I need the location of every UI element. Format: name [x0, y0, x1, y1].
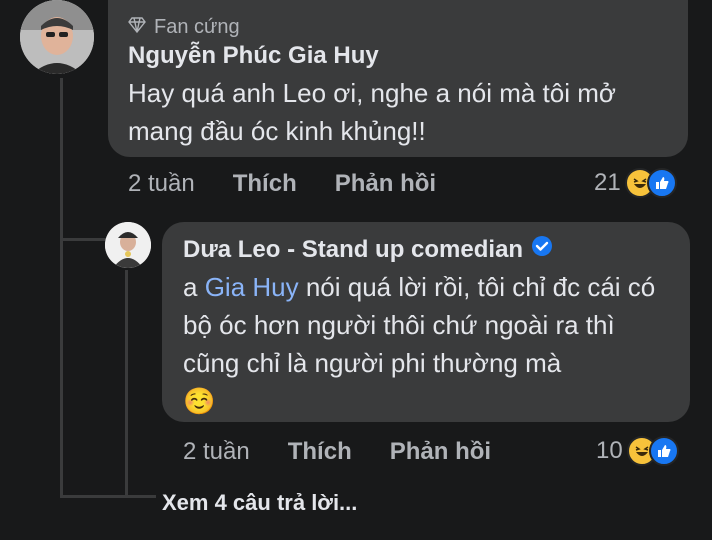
reply-actions: 2 tuần Thích Phản hồi [183, 438, 491, 466]
mention-link[interactable]: Gia Huy [205, 272, 299, 302]
reply-timestamp[interactable]: 2 tuần [183, 438, 250, 466]
comment-author[interactable]: Nguyễn Phúc Gia Huy [128, 42, 379, 70]
reply-reply-button[interactable]: Phản hồi [390, 438, 491, 466]
reply-reaction-summary[interactable]: 10 [596, 436, 679, 466]
reply-author-row: Dưa Leo - Stand up comedian [183, 235, 553, 264]
reply-thread-line [125, 270, 128, 498]
reply-avatar[interactable] [105, 222, 151, 268]
avatar[interactable] [20, 0, 94, 74]
comment-text: Hay quá anh Leo ơi, nghe a nói mà tôi mở… [128, 78, 616, 146]
comment-timestamp[interactable]: 2 tuần [128, 170, 195, 198]
badge-label: Fan cứng [154, 16, 240, 38]
reply-text: a Gia Huy nói quá lời rồi, tôi chỉ đc cá… [183, 268, 673, 420]
reply-author[interactable]: Dưa Leo - Stand up comedian [183, 236, 523, 264]
comment-actions: 2 tuần Thích Phản hồi [128, 170, 436, 198]
view-more-replies-link[interactable]: Xem 4 câu trả lời... [162, 490, 357, 516]
verified-badge-icon [531, 235, 553, 264]
thread-branch-line [60, 238, 108, 241]
like-icon [646, 168, 677, 198]
reply-like-button[interactable]: Thích [288, 438, 352, 466]
smile-emoji: ☺️ [183, 386, 216, 416]
like-button[interactable]: Thích [233, 170, 297, 198]
reaction-summary[interactable]: 21 [594, 168, 677, 198]
top-fan-badge: Fan cứng [128, 16, 240, 39]
thread-line [60, 78, 63, 498]
diamond-icon [128, 16, 146, 39]
reply-text-prefix: a [183, 272, 205, 302]
reply-reaction-count: 10 [596, 437, 623, 464]
reaction-count: 21 [594, 169, 621, 196]
view-more-line [60, 495, 156, 498]
reply-button[interactable]: Phản hồi [335, 170, 436, 198]
like-icon [648, 436, 679, 466]
